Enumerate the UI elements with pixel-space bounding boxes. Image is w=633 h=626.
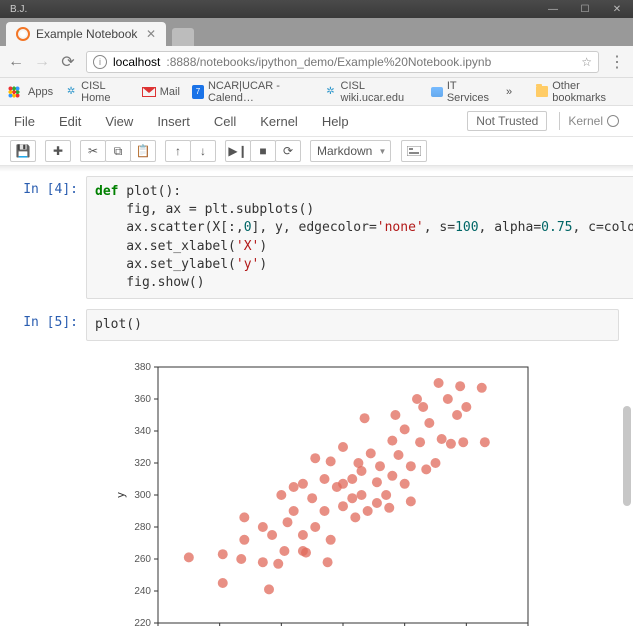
menu-cell[interactable]: Cell bbox=[214, 114, 236, 129]
copy-button[interactable]: ⧉ bbox=[105, 140, 131, 162]
svg-text:320: 320 bbox=[134, 458, 151, 469]
minimize-button[interactable]: — bbox=[543, 4, 563, 15]
os-user: B.J. bbox=[6, 4, 27, 15]
move-up-button[interactable]: ↑ bbox=[165, 140, 191, 162]
svg-text:y: y bbox=[115, 492, 127, 498]
input-prompt: In [4]: bbox=[14, 176, 86, 299]
maximize-button[interactable]: ☐ bbox=[575, 4, 595, 15]
bookmark-mail[interactable]: Mail bbox=[142, 86, 180, 98]
gear-icon: ✲ bbox=[324, 85, 336, 99]
save-button[interactable]: 💾 bbox=[10, 140, 36, 162]
interrupt-button[interactable]: ■ bbox=[250, 140, 276, 162]
bookmark-it-services[interactable]: IT Services bbox=[431, 80, 494, 104]
url-host: localhost bbox=[113, 55, 160, 69]
folder-icon bbox=[431, 87, 443, 97]
site-info-icon[interactable]: i bbox=[93, 55, 107, 69]
calendar-icon: 7 bbox=[192, 85, 204, 99]
bookmark-cisl-home[interactable]: ✲CISL Home bbox=[65, 80, 130, 104]
input-prompt: In [5]: bbox=[14, 309, 86, 341]
paste-button[interactable]: 📋 bbox=[130, 140, 156, 162]
code-cell[interactable]: In [5]: plot() bbox=[14, 309, 619, 341]
scatter-plot: 2345678220240260280300320340360380Xy bbox=[110, 357, 540, 626]
menu-view[interactable]: View bbox=[105, 114, 133, 129]
output-prompt bbox=[14, 351, 86, 626]
code-cell[interactable]: In [4]: def plot(): fig, ax = plt.subplo… bbox=[14, 176, 619, 299]
jupyter-icon bbox=[16, 27, 30, 41]
browser-menu-button[interactable]: ⋮ bbox=[609, 52, 625, 72]
kernel-status-icon bbox=[607, 115, 619, 127]
svg-text:260: 260 bbox=[134, 554, 151, 565]
other-bookmarks[interactable]: Other bookmarks bbox=[536, 80, 625, 104]
add-cell-button[interactable]: ✚ bbox=[45, 140, 71, 162]
svg-text:360: 360 bbox=[134, 394, 151, 405]
jupyter-page: File Edit View Insert Cell Kernel Help N… bbox=[0, 106, 633, 626]
code-editor[interactable]: plot() bbox=[86, 309, 619, 341]
svg-text:340: 340 bbox=[134, 426, 151, 437]
menu-file[interactable]: File bbox=[14, 114, 35, 129]
menu-edit[interactable]: Edit bbox=[59, 114, 81, 129]
back-button[interactable]: ← bbox=[8, 53, 24, 71]
output-area: 2345678220240260280300320340360380Xy bbox=[86, 351, 619, 626]
svg-text:220: 220 bbox=[134, 618, 151, 626]
svg-text:240: 240 bbox=[134, 586, 151, 597]
close-tab-icon[interactable]: ✕ bbox=[146, 27, 156, 41]
browser-toolbar: ← → ⟳ i localhost :8888/notebooks/ipython… bbox=[0, 46, 633, 78]
svg-text:280: 280 bbox=[134, 522, 151, 533]
tab-title: Example Notebook bbox=[36, 27, 137, 41]
svg-text:380: 380 bbox=[134, 362, 151, 373]
cut-button[interactable]: ✂ bbox=[80, 140, 106, 162]
forward-button[interactable]: → bbox=[34, 53, 50, 71]
svg-text:300: 300 bbox=[134, 490, 151, 501]
menu-help[interactable]: Help bbox=[322, 114, 349, 129]
move-down-button[interactable]: ↓ bbox=[190, 140, 216, 162]
restart-button[interactable]: ⟳ bbox=[275, 140, 301, 162]
os-titlebar: B.J. — ☐ ✕ bbox=[0, 0, 633, 18]
kernel-indicator: Kernel bbox=[568, 114, 619, 128]
reload-button[interactable]: ⟳ bbox=[60, 52, 76, 72]
scrollbar-thumb[interactable] bbox=[623, 406, 631, 506]
code-editor[interactable]: def plot(): fig, ax = plt.subplots() ax.… bbox=[86, 176, 633, 299]
url-path: :8888/notebooks/ipython_demo/Example%20N… bbox=[166, 55, 491, 69]
bookmarks-overflow[interactable]: » bbox=[506, 86, 512, 98]
command-palette-button[interactable] bbox=[401, 140, 427, 162]
jupyter-menubar: File Edit View Insert Cell Kernel Help N… bbox=[0, 106, 633, 136]
browser-tab[interactable]: Example Notebook ✕ bbox=[6, 22, 166, 46]
jupyter-toolbar: 💾 ✚ ✂ ⧉ 📋 ↑ ↓ ▶❙ ■ ⟳ Markdown bbox=[0, 136, 633, 166]
folder-icon bbox=[536, 86, 548, 97]
apps-button[interactable]: Apps bbox=[8, 86, 53, 98]
trust-badge[interactable]: Not Trusted bbox=[467, 111, 547, 131]
close-window-button[interactable]: ✕ bbox=[607, 4, 627, 15]
bookmarks-bar: Apps ✲CISL Home Mail 7NCAR|UCAR - Calend… bbox=[0, 78, 633, 106]
new-tab-button[interactable] bbox=[172, 28, 194, 46]
bookmark-star-icon[interactable]: ☆ bbox=[581, 55, 592, 69]
run-button[interactable]: ▶❙ bbox=[225, 140, 251, 162]
bookmark-ncar[interactable]: 7NCAR|UCAR - Calend… bbox=[192, 80, 313, 104]
menu-kernel[interactable]: Kernel bbox=[260, 114, 298, 129]
menu-insert[interactable]: Insert bbox=[157, 114, 190, 129]
output-cell: 2345678220240260280300320340360380Xy bbox=[14, 351, 619, 626]
gear-icon: ✲ bbox=[65, 85, 77, 99]
gmail-icon bbox=[142, 87, 156, 97]
browser-tabstrip: Example Notebook ✕ bbox=[0, 18, 633, 46]
celltype-select[interactable]: Markdown bbox=[310, 140, 391, 162]
address-bar[interactable]: i localhost :8888/notebooks/ipython_demo/… bbox=[86, 51, 599, 73]
notebook-area[interactable]: In [4]: def plot(): fig, ax = plt.subplo… bbox=[0, 166, 633, 626]
bookmark-cisl-wiki[interactable]: ✲CISL wiki.ucar.edu bbox=[324, 80, 418, 104]
